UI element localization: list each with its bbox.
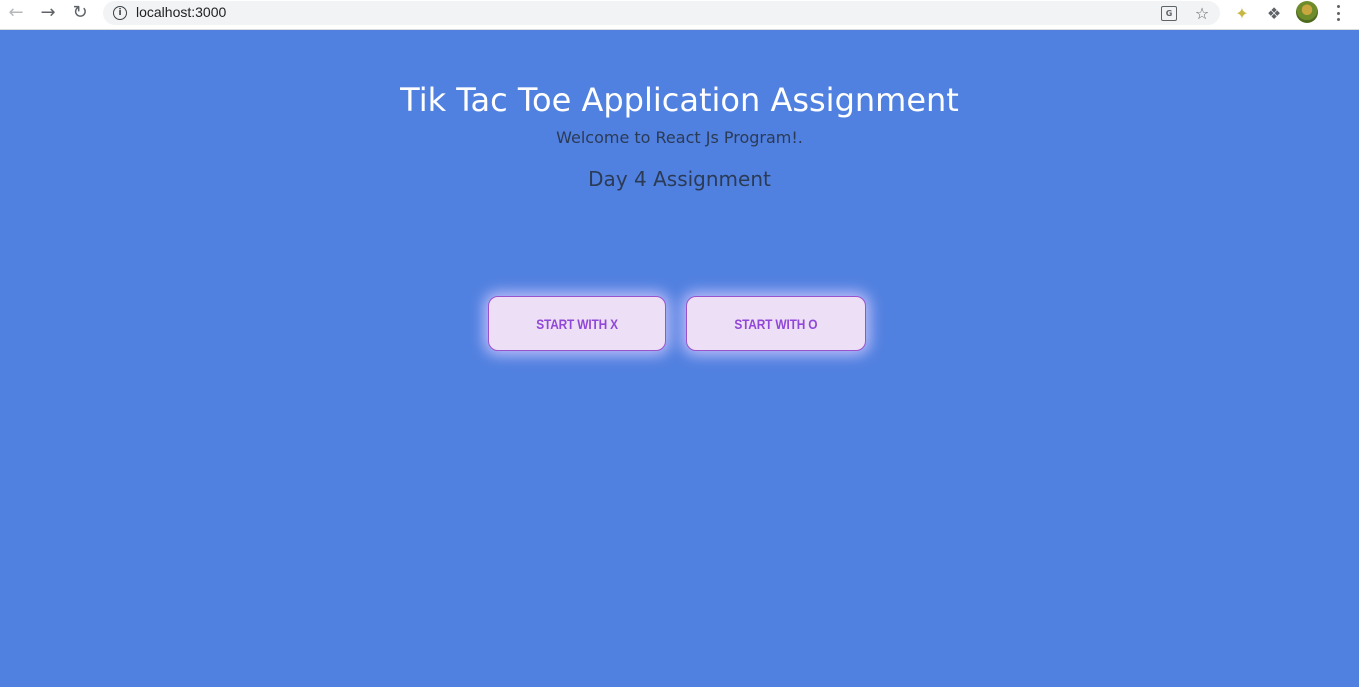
reload-icon[interactable]: ↻: [68, 2, 92, 24]
avatar[interactable]: [1296, 1, 1318, 23]
welcome-text: Welcome to React Js Program!.: [556, 128, 803, 147]
forward-arrow-icon[interactable]: →: [36, 2, 60, 24]
url-text[interactable]: localhost:3000: [136, 4, 226, 20]
bookmark-star-icon[interactable]: ☆: [1192, 3, 1212, 23]
address-bar[interactable]: i localhost:3000 G ☆: [103, 1, 1220, 25]
start-with-o-label: START WITH O: [734, 315, 818, 332]
page-title: Tik Tac Toe Application Assignment: [400, 81, 959, 119]
puzzle-icon[interactable]: ❖: [1262, 2, 1286, 24]
start-with-o-button[interactable]: START WITH O: [686, 296, 866, 351]
page-content: Tik Tac Toe Application Assignment Welco…: [0, 30, 1359, 687]
start-with-x-label: START WITH X: [536, 315, 618, 332]
extension-icon[interactable]: ✦: [1230, 2, 1254, 24]
translate-icon[interactable]: G: [1159, 3, 1179, 23]
back-arrow-icon[interactable]: ←: [4, 2, 28, 24]
browser-toolbar: ← → ↻ i localhost:3000 G ☆ ✦ ❖: [0, 0, 1359, 30]
kebab-menu-icon[interactable]: [1330, 4, 1346, 22]
start-with-x-button[interactable]: START WITH X: [488, 296, 666, 351]
day-label: Day 4 Assignment: [588, 167, 771, 191]
info-icon[interactable]: i: [113, 6, 127, 20]
